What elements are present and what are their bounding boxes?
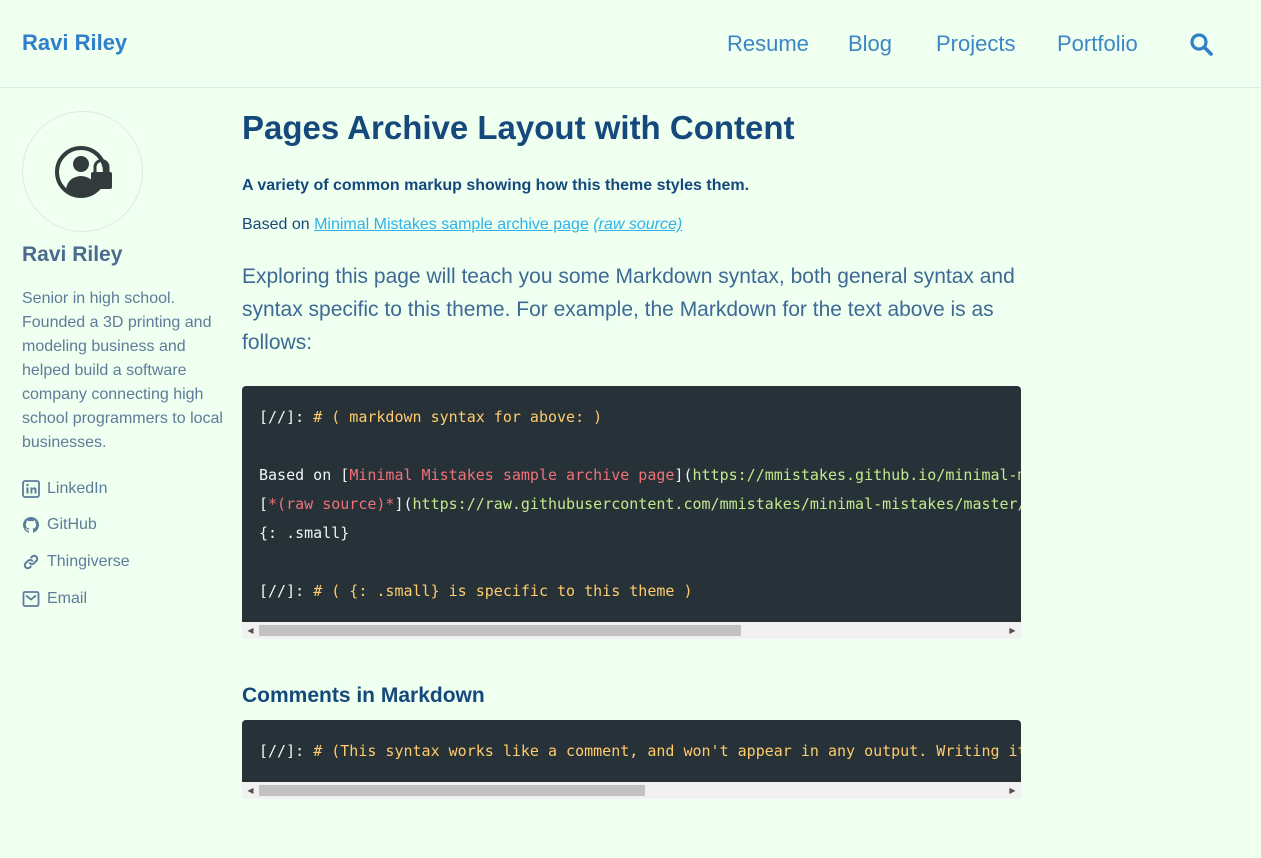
code-content: [//]: # ( markdown syntax for above: ) B… [242,403,1021,606]
raw-source-link[interactable]: (raw source) [593,216,682,233]
social-email[interactable]: Email [22,590,87,608]
scroll-left-icon[interactable]: ◀ [242,622,259,639]
scrollbar-thumb[interactable] [259,625,741,636]
scroll-right-icon[interactable]: ▶ [1004,622,1021,639]
code-block-1-scrollbar[interactable]: ◀ ▶ [242,622,1021,639]
github-icon [22,517,40,533]
minimal-mistakes-link[interactable]: Minimal Mistakes sample archive page [314,216,589,233]
social-github[interactable]: GitHub [22,516,97,534]
social-thingiverse-label: Thingiverse [47,553,130,570]
nav-resume[interactable]: Resume [727,31,809,57]
code-link-text: *(raw source)* [268,495,395,513]
code-token: {: .small} [259,524,350,542]
code-block-2-scrollbar[interactable]: ◀ ▶ [242,782,1021,799]
code-comment: # ( {: .small} is specific to this theme… [313,582,693,600]
social-thingiverse[interactable]: Thingiverse [22,553,130,571]
intro-paragraph: Exploring this page will teach you some … [242,265,1015,354]
code-token: [ [259,495,269,513]
code-token: [//]: [259,408,314,426]
code-token: [//]: [259,582,314,600]
search-icon[interactable] [1189,32,1213,56]
code-content: [//]: # (This syntax works like a commen… [242,737,1021,766]
code-block-markdown-example[interactable]: [//]: # ( markdown syntax for above: ) B… [242,386,1021,622]
author-name: Ravi Riley [22,243,123,266]
code-block-comment-example[interactable]: [//]: # (This syntax works like a commen… [242,720,1021,782]
scroll-left-icon[interactable]: ◀ [242,782,259,799]
code-token: ]( [394,495,413,513]
email-icon [22,591,40,607]
social-github-label: GitHub [47,516,97,533]
nav-portfolio[interactable]: Portfolio [1057,31,1138,57]
code-token: Based on [ [259,466,350,484]
author-avatar [22,111,143,232]
code-token: [//]: [259,742,314,760]
code-url: https://raw.githubusercontent.com/mmista… [412,495,1021,513]
social-linkedin-label: LinkedIn [47,480,108,497]
linkedin-icon [22,480,40,498]
nav-projects[interactable]: Projects [936,31,1015,57]
scrollbar-thumb[interactable] [259,785,645,796]
social-linkedin[interactable]: LinkedIn [22,480,108,498]
scroll-right-icon[interactable]: ▶ [1004,782,1021,799]
masthead: Ravi Riley Resume Blog Projects Portfoli… [0,0,1261,88]
page-title: Pages Archive Layout with Content [242,109,795,146]
link-icon [23,554,39,570]
code-url: https://mmistakes.github.io/minimal-mist… [692,466,1021,484]
author-bio: Senior in high school. Founded a 3D prin… [22,290,223,451]
user-lock-icon [55,146,112,198]
code-comment: # ( markdown syntax for above: ) [313,408,603,426]
social-email-label: Email [47,590,88,607]
site-title-link[interactable]: Ravi Riley [22,30,127,56]
based-on-line: Based on Minimal Mistakes sample archive… [242,216,682,234]
code-comment: # (This syntax works like a comment, and… [313,742,1021,760]
section-heading-comments: Comments in Markdown [242,684,485,707]
nav-blog[interactable]: Blog [848,31,892,57]
code-token: ]( [674,466,693,484]
code-link-text: Minimal Mistakes sample archive page [349,466,675,484]
page-excerpt: A variety of common markup showing how t… [242,177,750,194]
based-on-prefix: Based on [242,216,315,233]
